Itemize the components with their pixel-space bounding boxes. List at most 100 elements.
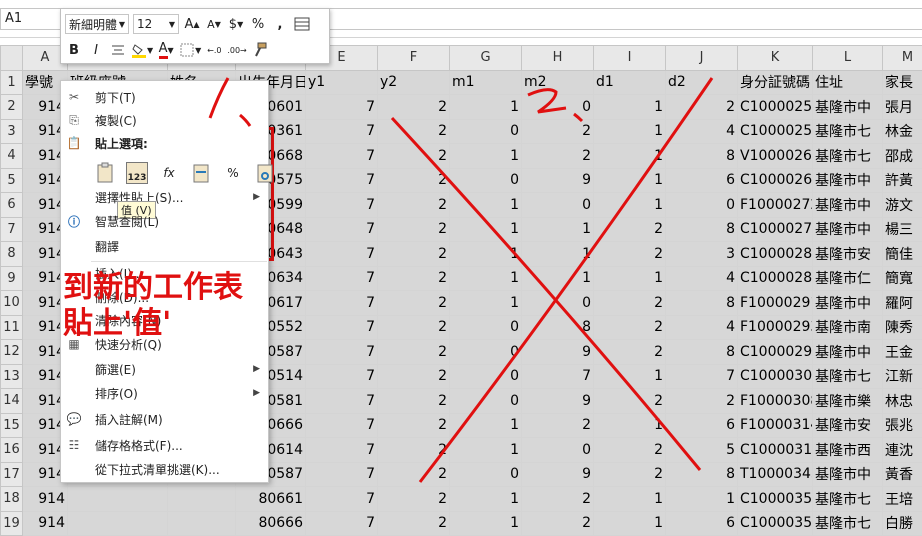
- table-cell[interactable]: 2: [378, 242, 450, 267]
- header-cell[interactable]: 家長: [883, 70, 922, 95]
- menu-item-copy[interactable]: ⎘複製(C): [61, 108, 268, 132]
- menu-item-smart-lookup[interactable]: ⓘ智慧查閱(L): [61, 209, 268, 233]
- table-cell[interactable]: 2: [378, 193, 450, 218]
- table-cell[interactable]: 2: [378, 144, 450, 169]
- column-header[interactable]: L: [813, 46, 883, 71]
- table-cell[interactable]: 1: [450, 511, 522, 536]
- column-header[interactable]: M: [883, 46, 922, 71]
- table-cell[interactable]: 7: [306, 315, 378, 340]
- table-cell[interactable]: 7: [522, 364, 594, 389]
- paste-formulas-icon[interactable]: fx: [155, 158, 183, 188]
- table-cell[interactable]: 0: [522, 95, 594, 120]
- table-cell[interactable]: 基隆市中: [813, 168, 883, 193]
- row-header[interactable]: 3: [1, 119, 23, 144]
- header-cell[interactable]: d2: [666, 70, 738, 95]
- menu-item-insert-comment[interactable]: 💬插入註解(M): [61, 407, 268, 431]
- table-cell[interactable]: 基隆市七: [813, 144, 883, 169]
- currency-button[interactable]: $▼: [227, 14, 245, 34]
- table-cell[interactable]: 2: [594, 438, 666, 463]
- table-cell[interactable]: 0: [450, 168, 522, 193]
- table-cell[interactable]: 簡寬: [883, 266, 922, 291]
- table-cell[interactable]: 1: [594, 511, 666, 536]
- table-cell[interactable]: 基隆市中: [813, 291, 883, 316]
- row-header[interactable]: 13: [1, 364, 23, 389]
- table-cell[interactable]: 1: [594, 266, 666, 291]
- table-cell[interactable]: 基隆市西: [813, 438, 883, 463]
- table-cell[interactable]: 9: [522, 340, 594, 365]
- table-cell[interactable]: 簡佳: [883, 242, 922, 267]
- paste-formatting-icon[interactable]: %: [219, 158, 247, 188]
- table-cell[interactable]: [168, 511, 236, 536]
- table-cell[interactable]: 7: [306, 144, 378, 169]
- table-cell[interactable]: [68, 487, 168, 512]
- table-cell[interactable]: C10000259: [738, 119, 813, 144]
- menu-item-format-cells[interactable]: ☷儲存格格式(F)...: [61, 433, 268, 457]
- header-cell[interactable]: 身分証號碼: [738, 70, 813, 95]
- row-header[interactable]: 4: [1, 144, 23, 169]
- table-cell[interactable]: 7: [306, 168, 378, 193]
- table-cell[interactable]: 2: [378, 266, 450, 291]
- table-cell[interactable]: 2: [666, 389, 738, 414]
- header-cell[interactable]: y2: [378, 70, 450, 95]
- row-header[interactable]: 2: [1, 95, 23, 120]
- row-header[interactable]: 9: [1, 266, 23, 291]
- table-cell[interactable]: 7: [306, 389, 378, 414]
- table-cell[interactable]: 基隆市中: [813, 193, 883, 218]
- table-cell[interactable]: 4: [666, 119, 738, 144]
- table-cell[interactable]: 王培: [883, 487, 922, 512]
- table-cell[interactable]: 1: [594, 144, 666, 169]
- table-cell[interactable]: 0: [450, 315, 522, 340]
- table-cell[interactable]: 2: [378, 217, 450, 242]
- row-header[interactable]: 11: [1, 315, 23, 340]
- table-cell[interactable]: 林金: [883, 119, 922, 144]
- column-header[interactable]: H: [522, 46, 594, 71]
- table-cell[interactable]: 7: [306, 266, 378, 291]
- table-cell[interactable]: 基隆市樂: [813, 389, 883, 414]
- column-header[interactable]: I: [594, 46, 666, 71]
- table-cell[interactable]: 2: [522, 487, 594, 512]
- table-cell[interactable]: 0: [450, 119, 522, 144]
- table-cell[interactable]: 7: [306, 95, 378, 120]
- align-center-button[interactable]: [109, 40, 127, 60]
- table-cell[interactable]: C10000300: [738, 364, 813, 389]
- table-cell[interactable]: 基隆市仁: [813, 266, 883, 291]
- header-cell[interactable]: m2: [522, 70, 594, 95]
- table-cell[interactable]: 8: [666, 217, 738, 242]
- row-header[interactable]: 7: [1, 217, 23, 242]
- table-cell[interactable]: 7: [306, 193, 378, 218]
- paste-icon[interactable]: [91, 158, 119, 188]
- table-cell[interactable]: 張月: [883, 95, 922, 120]
- table-cell[interactable]: 7: [306, 119, 378, 144]
- table-cell[interactable]: 1: [594, 95, 666, 120]
- table-cell[interactable]: 7: [306, 487, 378, 512]
- table-cell[interactable]: 1: [522, 242, 594, 267]
- table-cell[interactable]: 9: [522, 168, 594, 193]
- table-cell[interactable]: 7: [306, 413, 378, 438]
- table-cell[interactable]: 6: [666, 413, 738, 438]
- table-cell[interactable]: 8: [666, 291, 738, 316]
- table-cell[interactable]: 1: [450, 95, 522, 120]
- table-cell[interactable]: 7: [306, 217, 378, 242]
- column-header[interactable]: K: [738, 46, 813, 71]
- table-cell[interactable]: 連沈: [883, 438, 922, 463]
- table-cell[interactable]: 8: [522, 315, 594, 340]
- table-cell[interactable]: 基隆市中: [813, 217, 883, 242]
- table-cell[interactable]: 陳秀: [883, 315, 922, 340]
- table-cell[interactable]: 基隆市南: [813, 315, 883, 340]
- font-color-button[interactable]: A▼: [157, 40, 175, 60]
- table-cell[interactable]: 2: [666, 95, 738, 120]
- table-cell[interactable]: 基隆市七: [813, 119, 883, 144]
- format-painter-button[interactable]: [251, 40, 269, 60]
- table-cell[interactable]: 2: [378, 119, 450, 144]
- table-cell[interactable]: 江新: [883, 364, 922, 389]
- table-cell[interactable]: 邵成: [883, 144, 922, 169]
- table-cell[interactable]: 4: [666, 266, 738, 291]
- menu-item-filter[interactable]: 篩選(E)▶: [61, 357, 268, 381]
- table-cell[interactable]: 2: [594, 389, 666, 414]
- table-cell[interactable]: 2: [522, 119, 594, 144]
- row-header[interactable]: 18: [1, 487, 23, 512]
- table-cell[interactable]: 1: [666, 487, 738, 512]
- table-cell[interactable]: C10000276: [738, 217, 813, 242]
- percent-button[interactable]: %: [249, 14, 267, 34]
- table-cell[interactable]: 6: [666, 511, 738, 536]
